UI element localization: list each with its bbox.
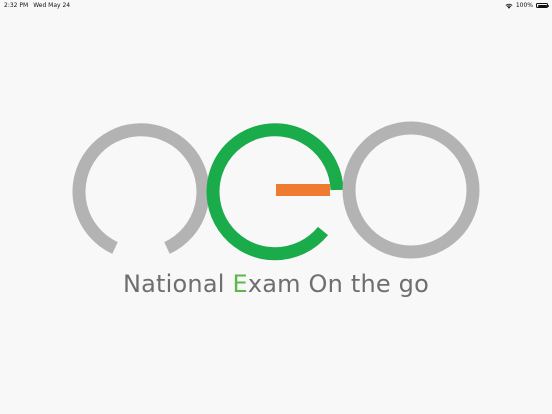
neo-logo-graphic (72, 121, 480, 261)
tagline-accent-e: E (232, 270, 248, 298)
logo-letter-o (342, 121, 480, 259)
tagline-part-1: National (123, 270, 233, 298)
tagline-part-2: xam On the go (247, 270, 429, 298)
splash-screen: 2:32 PM Wed May 24 100% National Exam On (0, 0, 552, 414)
logo-letter-n (72, 123, 210, 254)
logo-tagline: National Exam On the go (0, 270, 552, 298)
logo-letter-e-bar (276, 184, 330, 196)
neo-logo: National Exam On the go (0, 0, 552, 414)
